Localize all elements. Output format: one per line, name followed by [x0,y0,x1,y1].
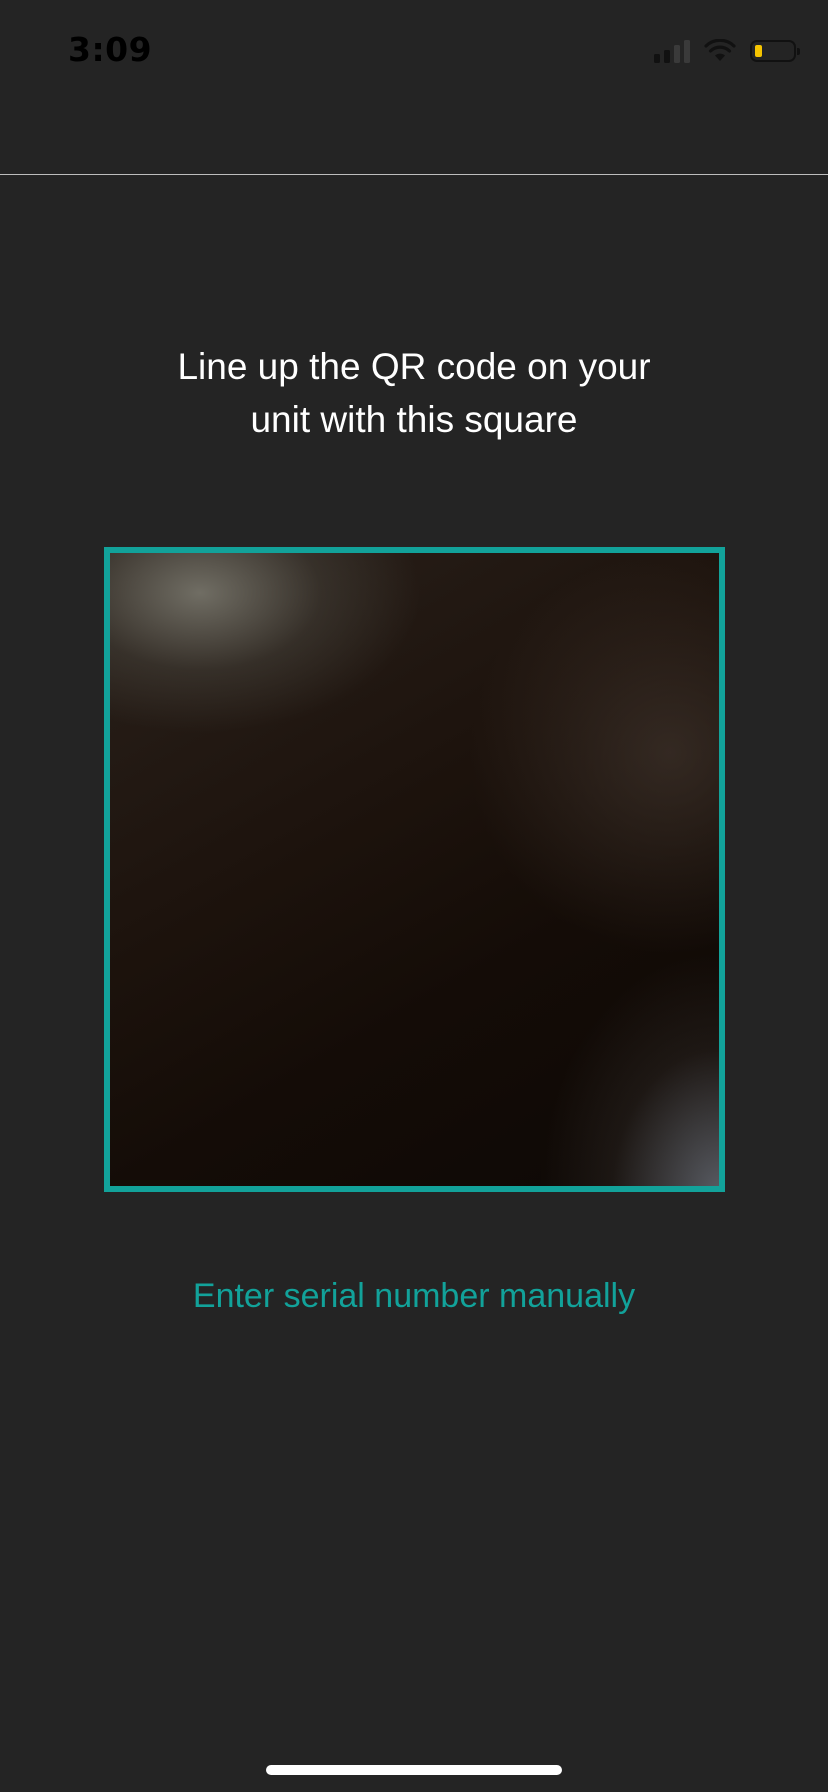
enter-serial-manually-link[interactable]: Enter serial number manually [100,1272,728,1320]
status-icons [654,36,800,66]
scan-instruction: Line up the QR code on your unit with th… [100,340,728,446]
battery-level-fill [755,45,762,57]
nav-divider [0,174,828,175]
wifi-icon [704,39,736,61]
instruction-line-2: unit with this square [250,399,578,440]
status-bar: 3:09 [0,0,828,100]
instruction-line-1: Line up the QR code on your [177,346,651,387]
qr-scan-frame [104,547,725,1192]
home-indicator[interactable] [266,1765,562,1775]
status-time: 3:09 [68,30,153,69]
qr-scan-screen: 3:09 Line up the QR code on your unit wi… [0,0,828,1792]
battery-icon [750,40,800,62]
camera-preview [110,553,719,1186]
cellular-signal-icon [654,39,690,63]
